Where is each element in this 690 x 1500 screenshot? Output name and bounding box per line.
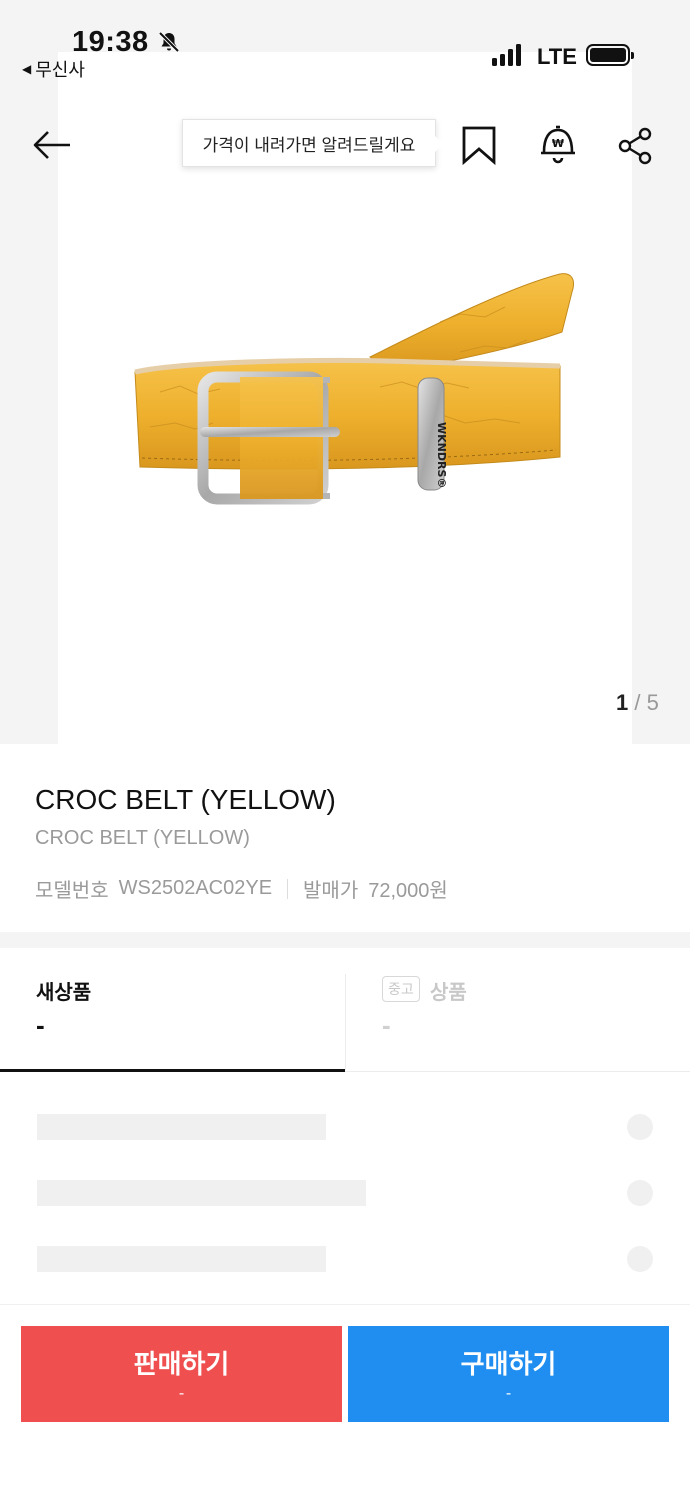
- tab-used-product[interactable]: 중고 상품 -: [345, 974, 690, 1070]
- back-triangle-icon: ◀: [22, 62, 32, 76]
- used-badge: 중고: [382, 976, 420, 1002]
- tooltip-text: 가격이 내려가면 알려드릴게요: [202, 135, 416, 155]
- tab-used-label: 상품: [430, 982, 467, 1004]
- bottom-action-bar: 판매하기 - 구매하기 -: [0, 1304, 690, 1500]
- skeleton-dot: [627, 1180, 653, 1206]
- sell-button[interactable]: 판매하기 -: [21, 1326, 342, 1422]
- sell-button-label: 판매하기: [133, 1349, 230, 1379]
- section-divider: [0, 932, 690, 948]
- pager-total: 5: [646, 690, 659, 715]
- skeleton-dot: [627, 1114, 653, 1140]
- buy-button-label: 구매하기: [460, 1349, 557, 1379]
- release-price-value: 72,000원: [368, 880, 448, 902]
- tab-new-label: 새상품: [36, 982, 92, 1004]
- status-time: 19:38: [72, 26, 149, 58]
- price-drop-tooltip: 가격이 내려가면 알려드릴게요: [182, 119, 443, 167]
- back-arrow-icon[interactable]: [30, 124, 74, 168]
- product-photo: WKNDRS®: [134, 273, 574, 505]
- skeleton-bar: [37, 1114, 326, 1140]
- product-title: CROC BELT (YELLOW): [35, 784, 336, 815]
- skeleton-bar: [37, 1246, 326, 1272]
- battery-icon: [586, 44, 634, 66]
- tab-new-price: -: [36, 1010, 45, 1040]
- pager-current: 1: [616, 690, 629, 715]
- image-pager: 1 / 5: [616, 690, 659, 716]
- carrier-label: LTE: [537, 44, 577, 69]
- model-number-value: WS2502AC02YE: [118, 877, 273, 899]
- share-icon[interactable]: [614, 124, 658, 168]
- condition-tabs: 새상품 - 중고 상품 -: [0, 948, 690, 1072]
- tab-used-price: -: [382, 1010, 391, 1040]
- price-alert-bell-icon[interactable]: ₩: [536, 124, 580, 168]
- svg-text:₩: ₩: [552, 137, 564, 150]
- sell-button-price: -: [178, 1385, 185, 1402]
- model-number-label: 모델번호: [35, 880, 109, 902]
- release-price-label: 발매가: [303, 880, 359, 902]
- skeleton-dot: [627, 1246, 653, 1272]
- back-to-app[interactable]: ◀ 무신사: [22, 56, 85, 82]
- belt-brand-text: WKNDRS®: [435, 422, 448, 488]
- skeleton-bar: [37, 1180, 366, 1206]
- product-subtitle: CROC BELT (YELLOW): [35, 827, 250, 849]
- bookmark-icon[interactable]: [457, 124, 501, 168]
- status-bar: 19:38 ◀ 무신사 LTE: [0, 0, 690, 84]
- back-app-label: 무신사: [35, 60, 85, 80]
- meta-divider: [287, 878, 289, 899]
- tab-new-product[interactable]: 새상품 -: [0, 948, 345, 1072]
- signal-icon: [492, 44, 521, 66]
- product-meta: 모델번호 WS2502AC02YE 발매가 72,000원: [35, 874, 448, 903]
- bell-off-icon: [158, 31, 180, 53]
- pager-separator: /: [628, 690, 647, 715]
- product-info: CROC BELT (YELLOW) CROC BELT (YELLOW) 모델…: [0, 744, 690, 932]
- buy-button[interactable]: 구매하기 -: [348, 1326, 669, 1422]
- buy-button-price: -: [505, 1385, 512, 1402]
